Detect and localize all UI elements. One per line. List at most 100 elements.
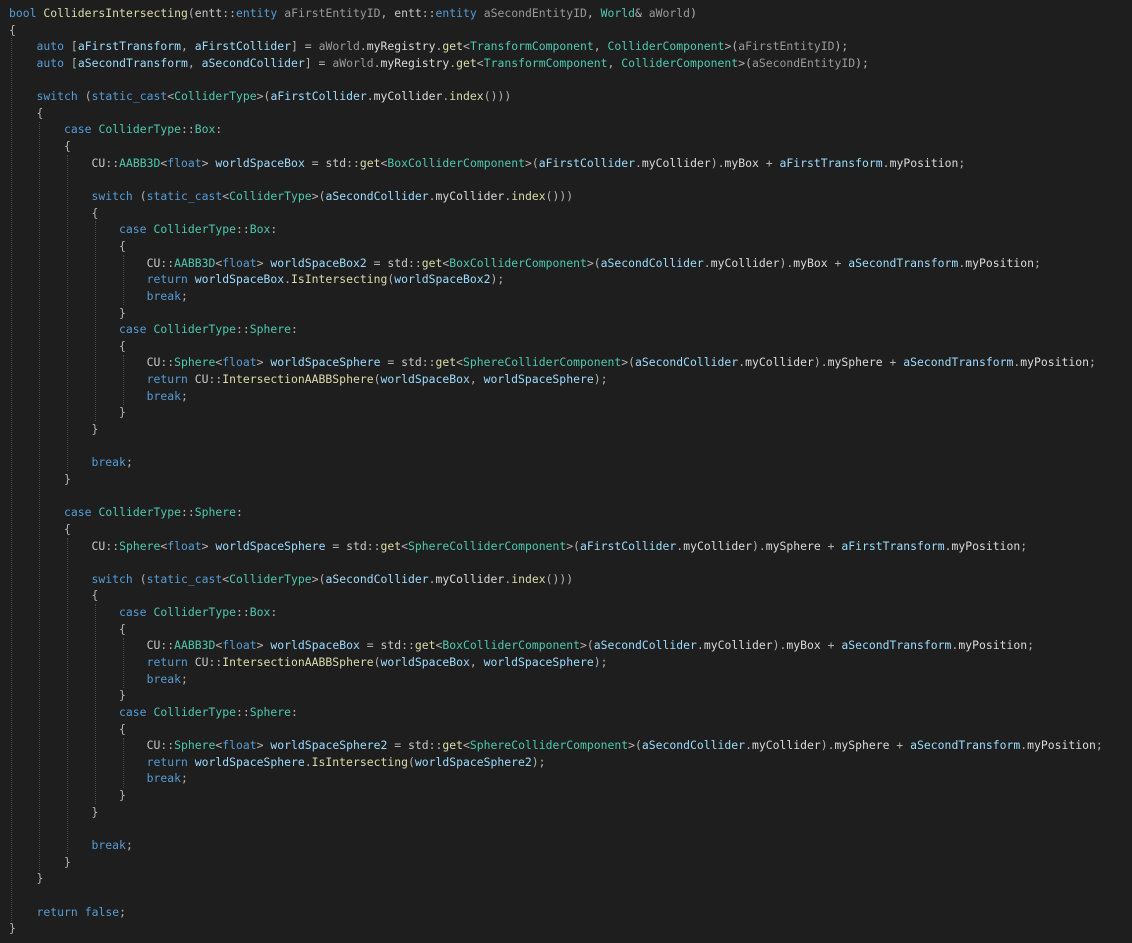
code-token: ColliderType — [229, 189, 312, 204]
code-token: } — [91, 804, 99, 819]
code-token: worldSpaceSphere — [483, 372, 594, 387]
code-token: TransformComponent — [469, 39, 594, 54]
code-token: myCollider — [751, 738, 821, 753]
code-line: } — [9, 870, 1103, 887]
code-token: ; — [119, 904, 126, 919]
code-line: return CU::IntersectionAABBSphere(worldS… — [9, 371, 1103, 388]
code-token: mySphere — [834, 738, 890, 753]
code-token: mySphere — [827, 355, 883, 370]
code-token: myCollider — [435, 189, 505, 204]
code-token: SphereColliderComponent — [408, 538, 567, 553]
code-token: AABB3D — [174, 255, 216, 270]
code-token: aWorld — [318, 39, 360, 54]
code-token: entt — [394, 6, 422, 20]
code-token: aSecondTransform — [848, 255, 959, 270]
code-token: :: — [236, 704, 250, 719]
code-token: } — [119, 305, 126, 320]
code-line: { — [9, 105, 1103, 122]
code-token: , — [469, 372, 484, 387]
code-token: IntersectionAABBSphere — [222, 372, 374, 387]
code-token: aSecondCollider — [325, 571, 429, 586]
code-token: :: — [236, 322, 250, 337]
code-line: { — [9, 238, 1103, 255]
code-token: :: — [346, 155, 360, 170]
code-token: worldSpaceBox — [380, 654, 470, 669]
code-token: [ — [70, 55, 78, 70]
code-token: CU — [146, 638, 161, 653]
code-text[interactable]: bool CollidersIntersecting(entt::entity … — [9, 5, 1103, 937]
code-token: aWorld — [332, 55, 374, 70]
code-token: : — [270, 222, 278, 237]
code-token: = — [366, 255, 388, 270]
code-token: CU — [91, 155, 106, 170]
code-line: switch (static_cast<ColliderType>(aSecon… — [9, 571, 1103, 588]
code-token: . — [635, 155, 642, 170]
code-token: myCollider — [435, 571, 505, 586]
code-token: ( — [407, 754, 415, 769]
code-token: . — [696, 638, 704, 653]
code-token: :: — [428, 738, 443, 753]
code-token: ColliderType — [153, 222, 236, 237]
code-editor[interactable]: bool CollidersIntersecting(entt::entity … — [0, 0, 1132, 943]
code-token: ColliderType — [153, 704, 236, 719]
code-token: myPosition — [951, 538, 1021, 553]
code-line: { — [9, 621, 1103, 638]
code-token: case — [64, 122, 92, 137]
code-token: + — [820, 638, 842, 653]
code-line: break; — [9, 770, 1103, 787]
code-token: myCollider — [641, 155, 711, 170]
code-token: ); — [593, 654, 608, 669]
code-token: aSecondTransform — [841, 638, 952, 653]
code-line: return false; — [9, 904, 1103, 921]
code-token: std — [380, 638, 402, 653]
code-token: , — [593, 39, 608, 54]
code-token: std — [346, 538, 367, 553]
code-token: . — [304, 754, 312, 769]
code-token: worldSpaceBox — [270, 638, 360, 653]
code-token: TransformComponent — [483, 55, 608, 70]
code-line: CU::Sphere < float> worldSpaceSphere2 = st… — [9, 737, 1103, 754]
code-token: myBox — [793, 255, 828, 270]
code-line: return CU::IntersectionAABBSphere(worldS… — [9, 654, 1103, 671]
code-token: ColliderType — [153, 322, 236, 337]
code-line: return worldSpaceSphere.IsIntersecting(w… — [9, 754, 1103, 771]
code-line: } — [9, 421, 1103, 438]
code-token: aFirstEntityID — [738, 39, 835, 54]
code-token: myPosition — [1020, 355, 1090, 370]
code-line: return worldSpaceBox.IsIntersecting(worl… — [9, 271, 1103, 288]
code-token: :: — [408, 255, 422, 270]
code-token: : — [291, 322, 298, 337]
code-line: switch (static_cast<ColliderType>(aSecon… — [9, 188, 1103, 205]
code-token: { — [119, 721, 126, 736]
code-token: Box — [249, 222, 271, 237]
code-token: get — [359, 155, 381, 170]
code-token: myCollider — [683, 538, 752, 553]
code-token: BoxColliderComponent — [449, 255, 587, 270]
code-token: myCollider — [703, 638, 773, 653]
code-token: :: — [208, 654, 223, 669]
code-line: break; — [9, 388, 1103, 405]
code-line: CU::AABB3D<float> worldSpaceBox = std::g… — [9, 637, 1103, 654]
code-line: break; — [9, 671, 1103, 688]
code-line: break; — [9, 454, 1103, 471]
code-token: ColliderType — [98, 122, 181, 137]
code-token: std — [407, 738, 429, 753]
